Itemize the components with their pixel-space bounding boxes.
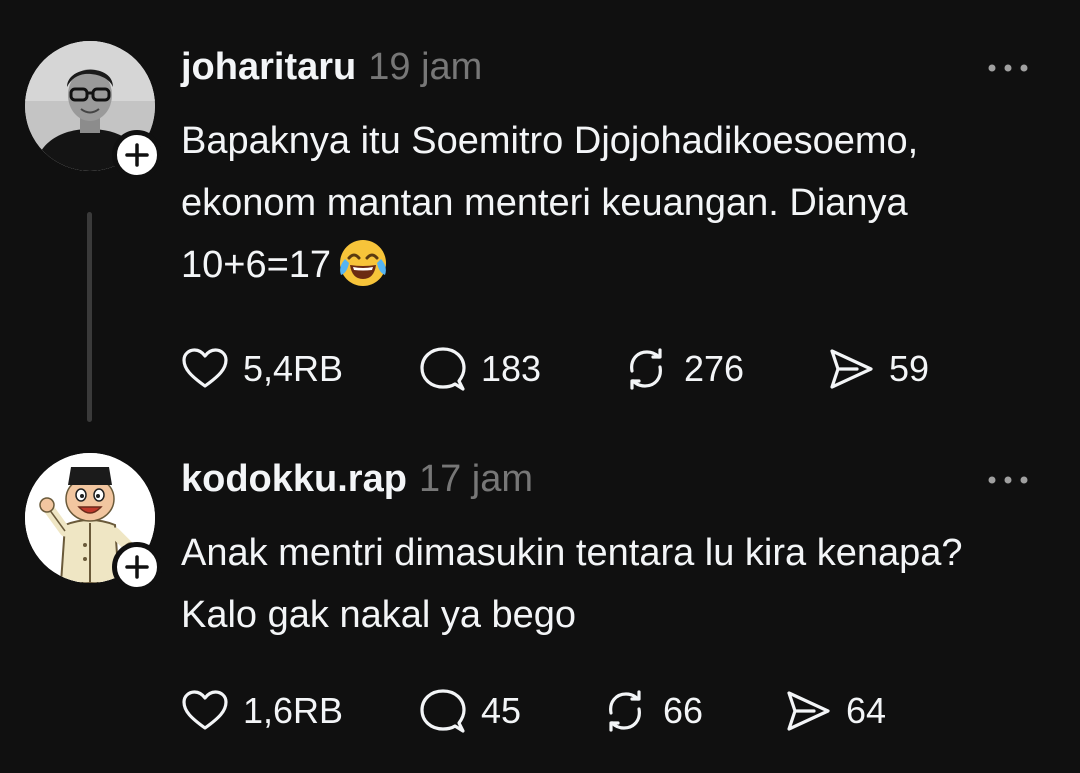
username[interactable]: joharitaru <box>181 46 356 89</box>
heart-icon <box>181 345 229 393</box>
repost-button[interactable]: 66 <box>601 687 703 735</box>
send-icon <box>827 345 875 393</box>
more-options-button[interactable] <box>984 58 1032 78</box>
reply-count: 45 <box>481 690 522 731</box>
share-count: 64 <box>846 690 887 731</box>
repost-count: 66 <box>663 690 704 731</box>
heart-icon <box>181 687 229 735</box>
timestamp: 17 jam <box>418 458 534 500</box>
more-options-button[interactable] <box>984 470 1032 490</box>
repost-icon <box>622 345 670 393</box>
send-icon <box>784 687 832 735</box>
post-header: kodokku.rap 17 jam <box>181 458 533 501</box>
share-button[interactable]: 64 <box>784 687 886 735</box>
post-text-content: Bapaknya itu Soemitro Djojohadikoesoemo,… <box>181 120 919 286</box>
reply-count: 183 <box>481 348 542 389</box>
post-header: joharitaru 19 jam <box>181 46 482 89</box>
like-count: 1,6RB <box>243 690 344 731</box>
plus-icon <box>125 143 149 167</box>
like-button[interactable]: 1,6RB <box>181 687 343 735</box>
thread-connector-line <box>87 212 92 422</box>
post-actions: 5,4RB 183 276 59 <box>181 345 1041 393</box>
more-options-icon <box>988 64 1028 72</box>
username[interactable]: kodokku.rap <box>181 458 407 501</box>
more-options-icon <box>988 476 1028 484</box>
like-button[interactable]: 5,4RB <box>181 345 343 393</box>
post-text: Anak mentri dimasukin tentara lu kira ke… <box>181 532 963 636</box>
repost-button[interactable]: 276 <box>622 345 744 393</box>
post-actions: 1,6RB 45 66 64 <box>181 687 1041 735</box>
plus-icon <box>125 555 149 579</box>
comment-bubble-icon <box>419 687 467 735</box>
thread-post: joharitaru 19 jam Bapaknya itu Soemitro … <box>0 0 1080 430</box>
follow-button[interactable] <box>112 130 162 180</box>
repost-icon <box>601 687 649 735</box>
post-text: Bapaknya itu Soemitro Djojohadikoesoemo,… <box>181 110 1041 296</box>
like-count: 5,4RB <box>243 348 344 389</box>
repost-count: 276 <box>684 348 745 389</box>
share-count: 59 <box>889 348 930 389</box>
timestamp: 19 jam <box>368 46 483 88</box>
reply-button[interactable]: 45 <box>419 687 521 735</box>
follow-button[interactable] <box>112 542 162 592</box>
share-button[interactable]: 59 <box>827 345 929 393</box>
thread-post: kodokku.rap 17 jam Anak mentri dimasukin… <box>0 430 1080 773</box>
comment-bubble-icon <box>419 345 467 393</box>
face-with-tears-of-joy-icon <box>337 237 389 289</box>
reply-button[interactable]: 183 <box>419 345 541 393</box>
